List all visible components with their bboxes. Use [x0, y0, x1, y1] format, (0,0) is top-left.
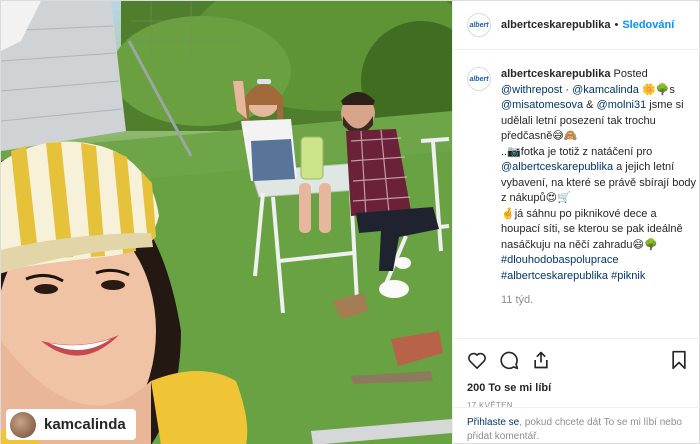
heart-icon[interactable] — [467, 351, 487, 369]
account-avatar[interactable]: albert — [467, 13, 491, 37]
login-prompt: Přihlaste se, pokud chcete dát To se mi … — [453, 407, 700, 444]
likes-count[interactable]: 200 To se mi líbí — [467, 382, 688, 394]
post-caption: albert albertceskarepublika Posted @with… — [467, 67, 697, 309]
photo-user-tag[interactable]: kamcalinda — [6, 409, 136, 440]
mention-albertceskarepublika[interactable]: @albertceskarepublika — [501, 161, 613, 173]
garden-scene — [1, 1, 452, 444]
mention-withrepost[interactable]: @withrepost — [501, 84, 562, 96]
caption-fragment: 🌼🌳s — [638, 83, 675, 96]
action-icons — [467, 347, 688, 373]
follow-button[interactable]: Sledování — [622, 19, 674, 31]
caption-avatar[interactable]: albert — [467, 67, 491, 91]
mention-misatomesova[interactable]: @misatomesova — [501, 99, 583, 111]
account-username-link[interactable]: albertceskarepublika — [501, 19, 610, 31]
caption-amp: & — [583, 99, 597, 111]
caption-username-link[interactable]: albertceskarepublika — [501, 68, 610, 80]
albert-logo: albert — [469, 21, 489, 29]
mention-kamcalinda[interactable]: @kamcalinda — [572, 84, 639, 96]
hashtag-dlouhodobaspoluprace[interactable]: #dlouhodobaspoluprace — [501, 254, 618, 266]
mention-molni31[interactable]: @molni31 — [597, 99, 647, 111]
header-separator: • — [614, 19, 619, 31]
login-link[interactable]: Přihlaste se — [467, 417, 519, 428]
caption-fragment: ..📷fotka je totiž z natáčení pro — [501, 145, 653, 158]
tag-username: kamcalinda — [44, 416, 126, 433]
caption-time[interactable]: 11 týd. — [501, 293, 697, 309]
comment-icon[interactable] — [499, 350, 519, 370]
post-header: albert albertceskarepublika • Sledování — [453, 1, 700, 50]
post-photo[interactable]: kamcalinda — [1, 1, 452, 444]
post-actions: 200 To se mi líbí 17 KVĚTEN — [453, 338, 700, 410]
hashtag-piknik[interactable]: #piknik — [611, 270, 645, 282]
caption-fragment: 🤞já sáhnu po piknikové dece a houpací sí… — [501, 207, 683, 251]
share-icon[interactable] — [531, 350, 551, 370]
albert-logo: albert — [469, 75, 489, 83]
posted-word: Posted — [613, 68, 648, 80]
instagram-post: kamcalinda albert albertceskarepublika •… — [0, 0, 700, 444]
tag-avatar — [10, 411, 36, 438]
post-sidebar: albert albertceskarepublika • Sledování … — [452, 1, 700, 444]
hashtag-albertceskarepublika[interactable]: #albertceskarepublika — [501, 270, 608, 282]
caption-text: albertceskarepublika Posted @withrepost … — [501, 67, 697, 309]
bookmark-icon[interactable] — [670, 350, 688, 370]
